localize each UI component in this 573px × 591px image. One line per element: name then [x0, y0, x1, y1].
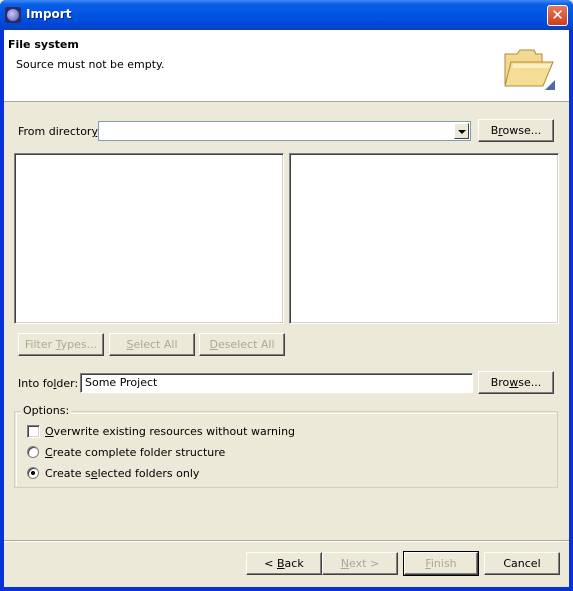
overwrite-checkbox[interactable]	[27, 425, 40, 438]
back-button[interactable]: < Back	[246, 552, 322, 575]
complete-structure-radio[interactable]	[27, 446, 39, 458]
filter-types-label: Filter Types...	[24, 338, 98, 351]
filter-types-button[interactable]: Filter Types...	[18, 333, 104, 356]
from-directory-combo[interactable]	[98, 121, 471, 141]
wizard-banner: File system Source must not be empty.	[4, 30, 569, 102]
finish-label: Finish	[425, 557, 457, 570]
import-dialog: Import ✕ File system Source must not be …	[0, 0, 573, 591]
error-message: Source must not be empty.	[16, 58, 165, 71]
selected-folders-only-label[interactable]: Create selected folders only	[45, 467, 199, 480]
from-directory-label: From directory:	[18, 125, 101, 138]
browse-label: Browse...	[490, 376, 542, 389]
close-icon: ✕	[551, 6, 564, 24]
footer-separator	[4, 540, 569, 542]
options-legend: Options:	[21, 404, 72, 417]
eclipse-icon	[5, 7, 21, 23]
browse-label: Browse...	[490, 124, 542, 137]
back-label: < Back	[264, 557, 304, 570]
page-title: File system	[8, 38, 79, 51]
next-label: Next >	[340, 557, 380, 570]
select-all-button[interactable]: Select All	[109, 333, 195, 356]
title-bar[interactable]: Import ✕	[0, 0, 573, 30]
selected-folders-only-radio[interactable]	[27, 467, 39, 479]
from-directory-browse-button[interactable]: Browse...	[478, 119, 554, 142]
finish-button[interactable]: Finish	[403, 551, 479, 576]
options-group: Options: Overwrite existing resources wi…	[14, 404, 558, 488]
overwrite-label[interactable]: Overwrite existing resources without war…	[45, 425, 295, 438]
into-folder-input[interactable]: Some Project	[80, 373, 473, 393]
dialog-body: File system Source must not be empty. Fr…	[4, 30, 569, 587]
cancel-button[interactable]: Cancel	[484, 552, 560, 575]
into-folder-label: Into folder:	[18, 377, 79, 390]
into-folder-value[interactable]: Some Project	[85, 376, 157, 389]
window-title: Import	[26, 7, 72, 21]
cancel-label: Cancel	[503, 557, 541, 570]
next-button[interactable]: Next >	[322, 552, 398, 575]
complete-structure-label[interactable]: Create complete folder structure	[45, 446, 225, 459]
chevron-down-icon[interactable]	[454, 123, 469, 139]
select-all-label: Select All	[126, 338, 178, 351]
deselect-all-button[interactable]: Deselect All	[199, 333, 285, 356]
deselect-all-label: Deselect All	[209, 338, 275, 351]
open-folder-icon	[504, 49, 555, 90]
close-button[interactable]: ✕	[547, 5, 568, 26]
folder-tree-pane[interactable]	[14, 153, 284, 324]
file-list-pane[interactable]	[289, 153, 559, 324]
into-folder-browse-button[interactable]: Browse...	[478, 371, 554, 394]
